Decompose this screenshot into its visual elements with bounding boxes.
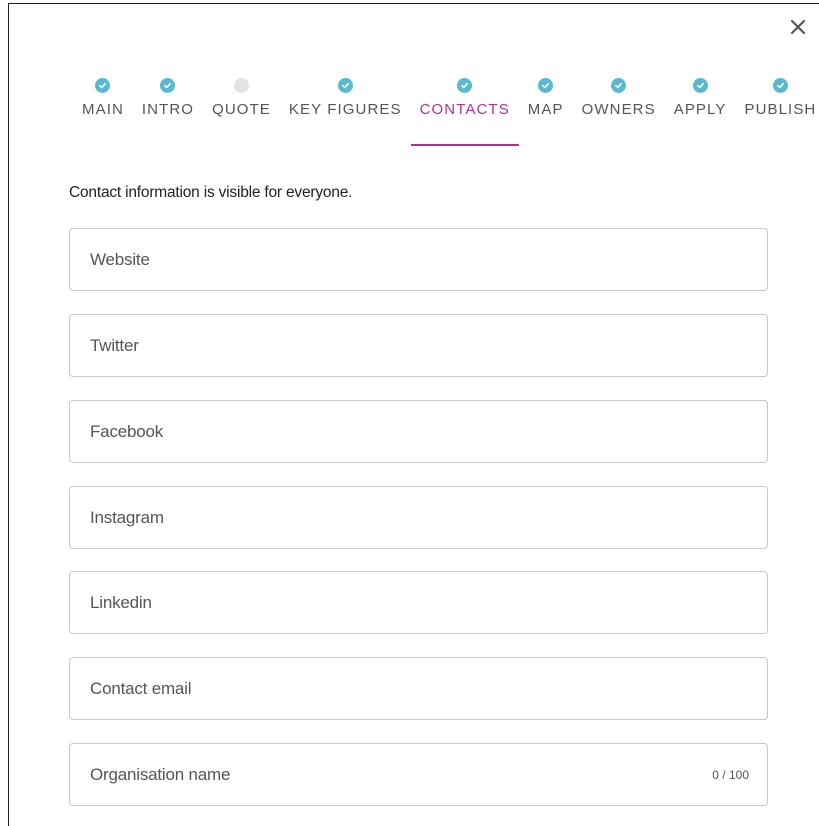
step-label: INTRO	[141, 101, 195, 118]
organisation-name-field[interactable]: 0 / 100	[69, 743, 768, 806]
step-main[interactable]: MAIN	[73, 78, 133, 119]
website-field[interactable]	[69, 228, 768, 291]
step-quote[interactable]: QUOTE	[203, 78, 280, 119]
check-icon	[337, 78, 353, 93]
step-apply[interactable]: APPLY	[665, 78, 736, 119]
instagram-input[interactable]	[88, 506, 749, 529]
contact-email-field[interactable]	[69, 657, 768, 720]
twitter-input[interactable]	[88, 334, 749, 357]
linkedin-input[interactable]	[88, 591, 749, 614]
check-icon	[95, 78, 111, 93]
step-contacts[interactable]: CONTACTS	[410, 78, 519, 146]
check-icon	[692, 78, 708, 93]
check-icon	[160, 78, 176, 93]
step-label: QUOTE	[212, 101, 271, 118]
check-icon	[457, 78, 473, 93]
contact-email-input[interactable]	[88, 677, 749, 700]
organisation-name-input[interactable]	[88, 763, 713, 786]
step-owners[interactable]: OWNERS	[573, 78, 665, 119]
step-label: MAP	[527, 101, 564, 118]
step-label: OWNERS	[581, 101, 656, 118]
step-intro[interactable]: INTRO	[133, 78, 203, 119]
step-map[interactable]: MAP	[519, 78, 573, 119]
facebook-field[interactable]	[69, 400, 768, 463]
character-counter: 0 / 100	[712, 767, 749, 782]
step-label: PUBLISH	[744, 101, 817, 118]
check-icon	[611, 78, 627, 93]
linkedin-field[interactable]	[69, 571, 768, 634]
step-publish[interactable]: PUBLISH	[735, 78, 819, 119]
step-label: KEY FIGURES	[288, 101, 402, 118]
visibility-info-text: Contact information is visible for every…	[69, 184, 353, 201]
step-label: CONTACTS	[419, 101, 510, 118]
step-key-figures[interactable]: KEY FIGURES	[280, 78, 411, 119]
contacts-dialog: MAIN INTRO QUOTE KEY FIGURES CONTACTS MA…	[8, 3, 819, 826]
facebook-input[interactable]	[88, 420, 749, 443]
check-icon	[538, 78, 554, 93]
step-label: MAIN	[82, 101, 124, 118]
step-label: APPLY	[673, 101, 727, 118]
step-navigation: MAIN INTRO QUOTE KEY FIGURES CONTACTS MA…	[73, 78, 819, 146]
close-icon[interactable]	[789, 18, 807, 36]
twitter-field[interactable]	[69, 314, 768, 377]
website-input[interactable]	[88, 248, 749, 271]
pending-dot-icon	[234, 78, 249, 93]
check-icon	[772, 78, 788, 93]
instagram-field[interactable]	[69, 486, 768, 549]
